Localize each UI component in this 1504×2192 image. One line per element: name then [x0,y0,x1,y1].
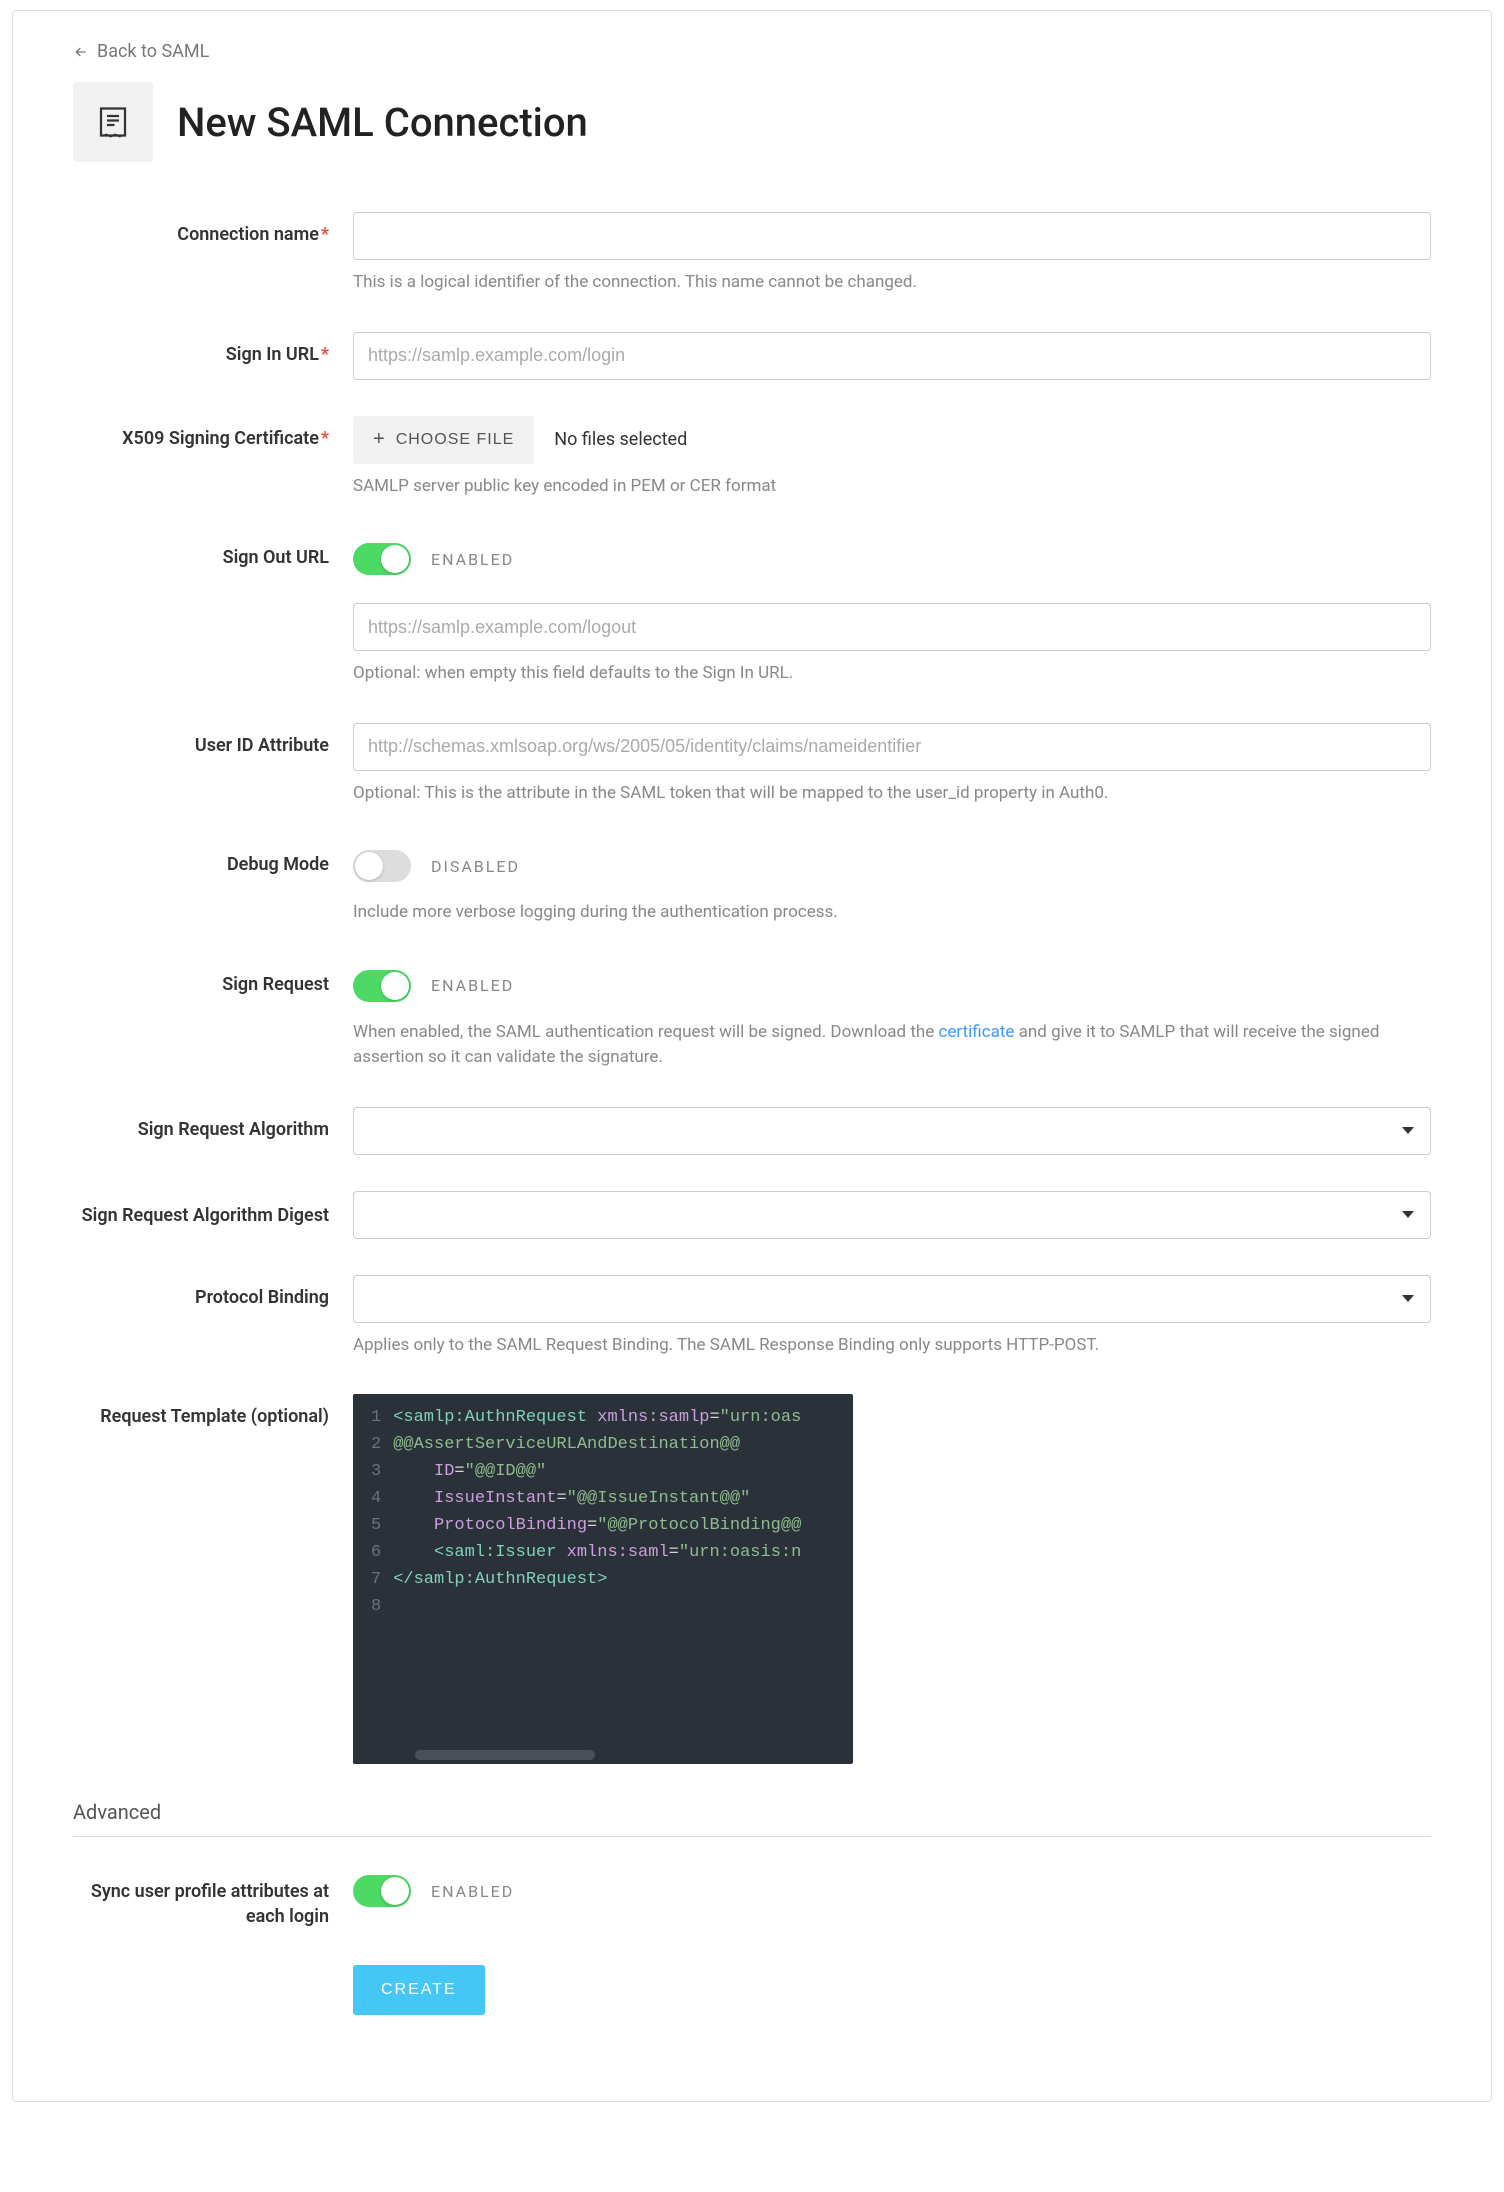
horizontal-scrollbar[interactable] [415,1750,595,1760]
sign-in-url-label: Sign In URL* [73,332,353,380]
certificate-link[interactable]: certificate [938,1022,1014,1042]
sign-request-toggle[interactable] [353,970,411,1002]
debug-mode-toggle[interactable] [353,850,411,882]
sign-req-algo-label: Sign Request Algorithm [73,1107,353,1155]
connection-name-help: This is a logical identifier of the conn… [353,270,1431,296]
back-to-saml-link[interactable]: Back to SAML [73,41,209,62]
sign-out-url-toggle-label: ENABLED [431,550,514,569]
connection-type-icon [73,82,153,162]
code-gutter: 12345678 [353,1394,393,1764]
protocol-binding-label: Protocol Binding [73,1275,353,1359]
sign-req-algo-digest-select[interactable] [353,1191,1431,1239]
connection-name-label: Connection name* [73,212,353,296]
sign-out-url-input[interactable] [353,603,1431,651]
debug-mode-label: Debug Mode [73,842,353,926]
sign-request-label: Sign Request [73,962,353,1071]
create-button[interactable]: CREATE [353,1965,485,2015]
sync-attributes-label: Sync user profile attributes at each log… [73,1867,353,1929]
user-id-attr-label: User ID Attribute [73,723,353,807]
x509-cert-help: SAMLP server public key encoded in PEM o… [353,474,1431,500]
sign-request-toggle-label: ENABLED [431,976,514,995]
request-template-label: Request Template (optional) [73,1394,353,1764]
file-status: No files selected [554,429,687,450]
code-body: <samlp:AuthnRequest xmlns:samlp="urn:oas… [393,1394,853,1764]
user-id-attr-help: Optional: This is the attribute in the S… [353,781,1431,807]
sign-out-url-help: Optional: when empty this field defaults… [353,661,1431,687]
chevron-down-icon [1402,1127,1414,1134]
plus-icon: + [373,428,386,451]
x509-cert-label: X509 Signing Certificate* [73,416,353,500]
debug-mode-toggle-label: DISABLED [431,857,520,876]
sign-req-algo-digest-label: Sign Request Algorithm Digest [73,1191,353,1239]
request-template-editor[interactable]: 12345678 <samlp:AuthnRequest xmlns:samlp… [353,1394,853,1764]
connection-name-input[interactable] [353,212,1431,260]
advanced-section-header: Advanced [73,1800,1431,1837]
sign-out-url-label: Sign Out URL [73,535,353,583]
protocol-binding-help: Applies only to the SAML Request Binding… [353,1333,1431,1359]
page-title: New SAML Connection [177,99,588,146]
sync-attributes-toggle-label: ENABLED [431,1882,514,1901]
back-link-label: Back to SAML [97,41,209,62]
sign-req-algo-select[interactable] [353,1107,1431,1155]
sign-in-url-input[interactable] [353,332,1431,380]
sign-request-help: When enabled, the SAML authentication re… [353,1020,1431,1071]
sign-out-url-toggle[interactable] [353,543,411,575]
user-id-attr-input[interactable] [353,723,1431,771]
debug-mode-help: Include more verbose logging during the … [353,900,1431,926]
sync-attributes-toggle[interactable] [353,1875,411,1907]
chevron-down-icon [1402,1295,1414,1302]
protocol-binding-select[interactable] [353,1275,1431,1323]
arrow-left-icon [73,44,89,60]
choose-file-button[interactable]: + CHOOSE FILE [353,416,534,464]
chevron-down-icon [1402,1211,1414,1218]
